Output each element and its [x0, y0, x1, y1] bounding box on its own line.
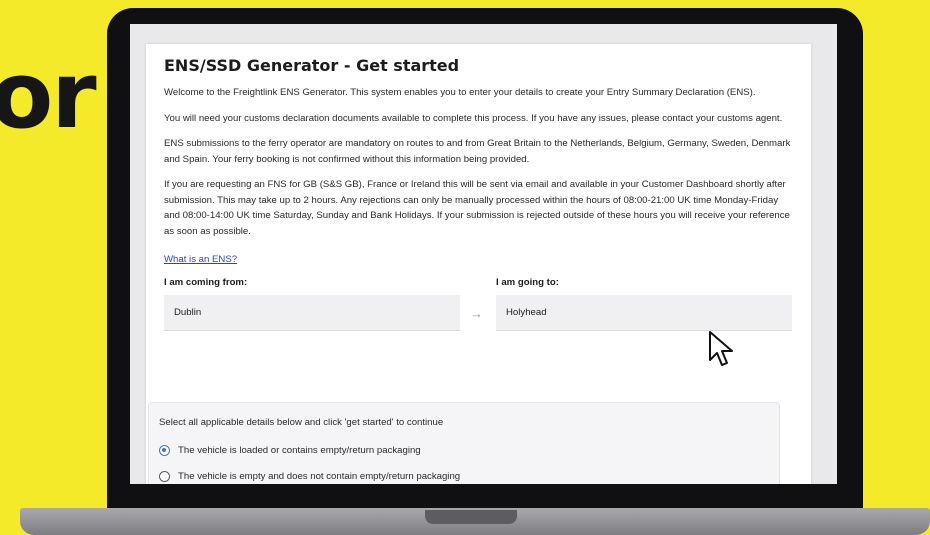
option-loaded[interactable]: The vehicle is loaded or contains empty/…: [159, 445, 421, 456]
from-label: I am coming from:: [164, 277, 248, 288]
laptop-notch: [425, 510, 517, 524]
processing-paragraph: If you are requesting an FNS for GB (S&S…: [164, 179, 790, 237]
background-word: or: [0, 42, 97, 149]
page-title: ENS/SSD Generator - Get started: [164, 56, 460, 75]
from-port-select[interactable]: Dublin: [164, 295, 460, 331]
options-panel: Select all applicable details below and …: [148, 402, 780, 484]
to-port-select[interactable]: Holyhead: [496, 295, 792, 331]
mandatory-paragraph: ENS submissions to the ferry operator ar…: [164, 138, 791, 165]
mouse-cursor-icon: [709, 331, 733, 366]
option-label: The vehicle is empty and does not contai…: [178, 471, 461, 482]
arrow-right-icon: →: [470, 306, 483, 321]
to-label: I am going to:: [496, 277, 559, 288]
radio-checked-icon[interactable]: [159, 445, 170, 456]
route-labels: I am coming from: I am going to:: [164, 277, 792, 295]
route-row: Dublin → Holyhead: [164, 295, 792, 333]
options-instruction: Select all applicable details below and …: [159, 417, 444, 428]
option-empty[interactable]: The vehicle is empty and does not contai…: [159, 471, 460, 482]
documents-paragraph: You will need your customs declaration d…: [164, 112, 783, 124]
what-is-ens-link[interactable]: What is an ENS?: [164, 254, 237, 265]
radio-unchecked-icon[interactable]: [159, 471, 170, 482]
laptop-screen: ENS/SSD Generator - Get started Welcome …: [130, 24, 837, 484]
intro-paragraph: Welcome to the Freightlink ENS Generator…: [164, 87, 756, 98]
option-label: The vehicle is loaded or contains empty/…: [178, 445, 421, 456]
page-content: ENS/SSD Generator - Get started Welcome …: [164, 56, 792, 333]
